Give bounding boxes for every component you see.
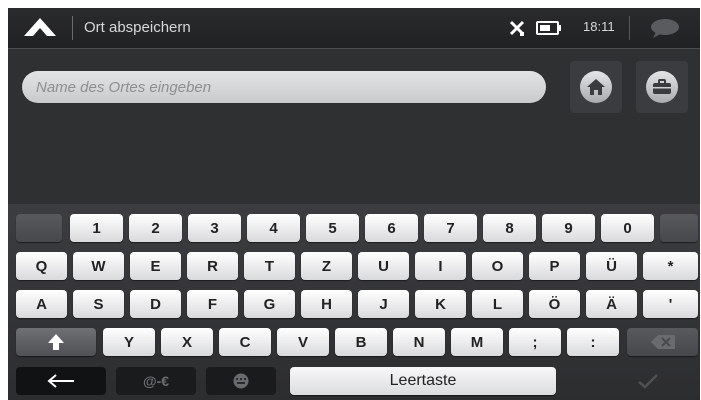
blank-key (16, 214, 62, 242)
backspace-key[interactable] (627, 328, 698, 356)
arrow-left-icon (47, 374, 74, 388)
key-a[interactable]: A (16, 290, 67, 318)
key-asterisk[interactable]: * (643, 252, 698, 280)
divider (72, 16, 73, 40)
top-bar: Ort abspeichern 18:11 (8, 8, 700, 49)
shift-key[interactable] (16, 328, 96, 356)
key-k[interactable]: K (415, 290, 466, 318)
keyboard-layout-key[interactable] (206, 367, 276, 395)
clock: 18:11 (583, 19, 615, 34)
key-3[interactable]: 3 (188, 214, 241, 242)
key-w[interactable]: W (73, 252, 124, 280)
key-p[interactable]: P (529, 252, 580, 280)
key-ue[interactable]: Ü (586, 252, 637, 280)
checkmark-icon (638, 374, 658, 389)
key-t[interactable]: T (244, 252, 295, 280)
place-name-input[interactable] (22, 71, 546, 103)
divider (629, 16, 630, 40)
key-f[interactable]: F (187, 290, 238, 318)
confirm-key[interactable] (608, 367, 688, 395)
key-j[interactable]: J (358, 290, 409, 318)
key-g[interactable]: G (244, 290, 295, 318)
key-oe[interactable]: Ö (529, 290, 580, 318)
key-semicolon[interactable]: ; (509, 328, 561, 356)
key-6[interactable]: 6 (365, 214, 418, 242)
battery-icon (536, 21, 562, 35)
key-u[interactable]: U (358, 252, 409, 280)
key-s[interactable]: S (73, 290, 124, 318)
message-icon[interactable] (648, 17, 682, 39)
backspace-icon (650, 335, 675, 349)
key-1[interactable]: 1 (70, 214, 123, 242)
symbols-key[interactable]: @-€ (116, 367, 196, 395)
key-h[interactable]: H (301, 290, 352, 318)
key-o[interactable]: O (472, 252, 523, 280)
arrow-up-icon (24, 18, 56, 36)
key-q[interactable]: Q (16, 252, 67, 280)
no-gps-icon (508, 18, 526, 38)
key-r[interactable]: R (187, 252, 238, 280)
key-v[interactable]: V (277, 328, 329, 356)
key-z[interactable]: Z (301, 252, 352, 280)
key-2[interactable]: 2 (129, 214, 182, 242)
input-area (8, 49, 700, 204)
key-8[interactable]: 8 (483, 214, 536, 242)
page-title: Ort abspeichern (84, 19, 191, 36)
key-0[interactable]: 0 (601, 214, 654, 242)
arrow-up-icon (48, 334, 64, 350)
screen: Ort abspeichern 18:11 Name des Ortes ein… (8, 8, 700, 400)
key-y[interactable]: Y (103, 328, 155, 356)
key-apostrophe[interactable]: ' (643, 290, 698, 318)
home-button[interactable] (570, 61, 622, 113)
home-icon (587, 79, 605, 95)
blank-key (660, 214, 698, 242)
key-c[interactable]: C (219, 328, 271, 356)
key-i[interactable]: I (415, 252, 466, 280)
key-ae[interactable]: Ä (586, 290, 637, 318)
key-e[interactable]: E (130, 252, 181, 280)
key-9[interactable]: 9 (542, 214, 595, 242)
keyboard: 1 2 3 4 5 6 7 8 9 0 Q W E R T Z U I O P … (8, 204, 700, 400)
briefcase-icon (653, 79, 671, 94)
key-m[interactable]: M (451, 328, 503, 356)
key-l[interactable]: L (472, 290, 523, 318)
back-key[interactable] (16, 367, 106, 395)
key-x[interactable]: X (161, 328, 213, 356)
space-key[interactable]: Leertaste (290, 367, 556, 395)
key-colon[interactable]: : (567, 328, 619, 356)
keyboard-icon (233, 373, 249, 389)
key-b[interactable]: B (335, 328, 387, 356)
key-7[interactable]: 7 (424, 214, 477, 242)
back-button[interactable] (18, 14, 62, 42)
key-d[interactable]: D (130, 290, 181, 318)
key-5[interactable]: 5 (306, 214, 359, 242)
work-button[interactable] (636, 61, 688, 113)
key-n[interactable]: N (393, 328, 445, 356)
key-4[interactable]: 4 (247, 214, 300, 242)
